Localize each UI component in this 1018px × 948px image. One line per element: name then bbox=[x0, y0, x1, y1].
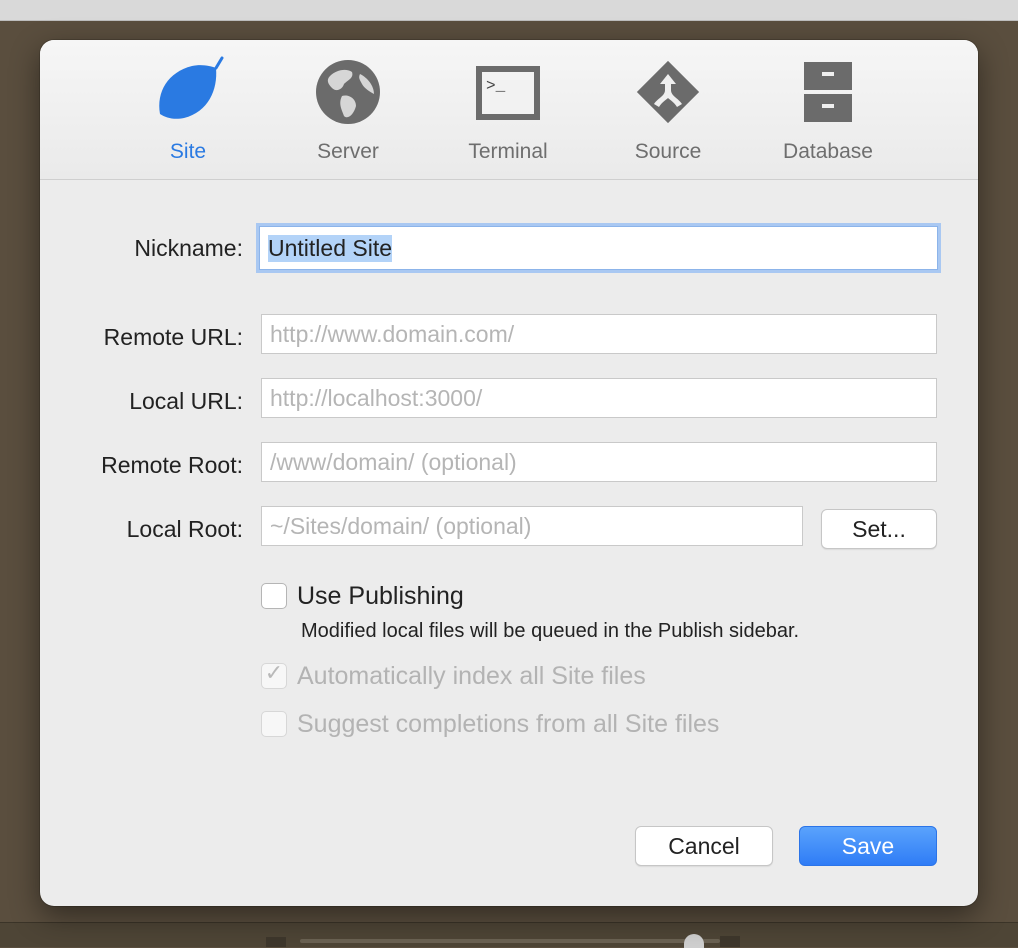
tab-label: Server bbox=[317, 140, 379, 163]
terminal-icon: >_ bbox=[476, 66, 540, 120]
save-button[interactable]: Save bbox=[799, 826, 937, 866]
use-publishing-checkbox[interactable] bbox=[261, 583, 287, 609]
remote-root-label: Remote Root: bbox=[101, 452, 243, 478]
suggest-completions-label[interactable]: Suggest completions from all Site files bbox=[297, 710, 719, 739]
database-cabinet-icon bbox=[804, 62, 852, 122]
remote-url-label: Remote URL: bbox=[103, 324, 243, 350]
window-bottom-bar bbox=[0, 922, 1018, 948]
site-settings-dialog: Site Server >_ Terminal Source Database … bbox=[40, 40, 978, 906]
remote-root-input[interactable] bbox=[261, 442, 937, 482]
tab-source[interactable]: Source bbox=[598, 52, 738, 170]
remote-url-input[interactable] bbox=[261, 314, 937, 354]
cancel-button[interactable]: Cancel bbox=[635, 826, 773, 866]
terminal-prompt: >_ bbox=[486, 77, 506, 95]
tab-server[interactable]: Server bbox=[278, 52, 418, 170]
tab-label: Terminal bbox=[468, 140, 548, 163]
set-local-root-button[interactable]: Set... bbox=[821, 509, 937, 549]
nickname-label: Nickname: bbox=[134, 235, 243, 261]
tab-label: Source bbox=[634, 140, 702, 163]
tab-database[interactable]: Database bbox=[758, 52, 898, 170]
leaf-icon bbox=[159, 56, 224, 119]
scroll-track bbox=[300, 939, 720, 943]
preferences-toolbar: Site Server >_ Terminal Source Database bbox=[40, 40, 978, 180]
use-publishing-help: Modified local files will be queued in t… bbox=[301, 620, 800, 642]
window-top-edge bbox=[0, 0, 1018, 21]
source-branch-icon bbox=[636, 60, 700, 124]
local-url-input[interactable] bbox=[261, 378, 937, 418]
nickname-input[interactable] bbox=[259, 226, 938, 270]
auto-index-label[interactable]: Automatically index all Site files bbox=[297, 662, 646, 691]
use-publishing-label[interactable]: Use Publishing bbox=[297, 582, 464, 611]
local-url-label: Local URL: bbox=[129, 388, 243, 414]
auto-index-checkbox[interactable]: ✓ bbox=[261, 660, 287, 689]
tab-label: Database bbox=[783, 140, 873, 163]
globe-icon bbox=[316, 60, 380, 124]
tab-site[interactable]: Site bbox=[118, 52, 258, 170]
checkmark-icon: ✓ bbox=[264, 660, 284, 685]
local-root-input[interactable] bbox=[261, 506, 803, 546]
local-root-label: Local Root: bbox=[126, 516, 243, 542]
bottom-bar-square bbox=[720, 936, 740, 947]
tab-label: Site bbox=[169, 140, 207, 163]
tab-terminal[interactable]: >_ Terminal bbox=[438, 52, 578, 170]
suggest-completions-checkbox[interactable] bbox=[261, 711, 287, 737]
